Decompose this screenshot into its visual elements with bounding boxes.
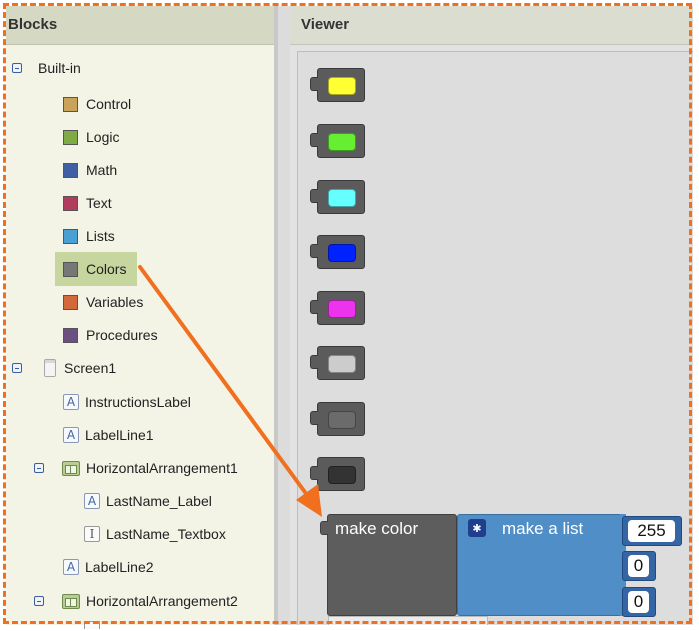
color-swatch <box>328 133 356 151</box>
component-lastname-textbox[interactable]: I LastName_Textbox <box>84 522 226 546</box>
block-nub <box>310 244 318 258</box>
color-block-yellow[interactable] <box>310 68 365 102</box>
color-swatch <box>328 244 356 262</box>
horizontal-arrangement-icon <box>62 460 80 476</box>
component-instructions-label[interactable]: A InstructionsLabel <box>63 390 191 414</box>
color-swatch <box>328 300 356 318</box>
component-label: LabelLine2 <box>85 559 154 575</box>
collapse-harr1-icon[interactable] <box>34 463 44 473</box>
component-horizontal-arrangement2[interactable]: HorizontalArrangement2 <box>62 589 238 613</box>
label-component-icon: A <box>63 559 79 575</box>
drawer-control[interactable]: Control <box>63 92 131 116</box>
tree-item-built-in[interactable]: Built-in <box>38 56 81 80</box>
warnings-toggle[interactable] <box>328 616 488 625</box>
component-label: LabelLine1 <box>85 427 154 443</box>
partial-component-icon <box>84 621 100 629</box>
drawer-variables[interactable]: Variables <box>63 290 143 314</box>
color-block-dark-gray[interactable] <box>310 457 365 491</box>
drawer-logic[interactable]: Logic <box>63 125 119 149</box>
number-value[interactable]: 255 <box>628 520 675 542</box>
drawer-lists[interactable]: Lists <box>63 224 115 248</box>
make-color-label: make color <box>335 519 419 538</box>
color-swatch <box>328 411 356 429</box>
color-block-blue[interactable] <box>310 235 365 269</box>
component-label-line2[interactable]: A LabelLine2 <box>63 555 154 579</box>
label-component-icon: A <box>63 394 79 410</box>
logic-swatch-icon <box>63 129 78 145</box>
drawer-label: Colors <box>86 261 127 277</box>
viewer-title: Viewer <box>301 16 350 33</box>
label-component-icon: A <box>63 427 79 443</box>
color-block-gray[interactable] <box>310 402 365 436</box>
drawer-label: Variables <box>86 294 144 310</box>
drawer-label: Text <box>86 195 112 211</box>
textbox-component-icon: I <box>84 526 100 542</box>
component-label: LastName_Label <box>106 493 212 509</box>
tree-label: Built-in <box>38 60 81 76</box>
component-label-line1[interactable]: A LabelLine1 <box>63 423 154 447</box>
component-label: LastName_Textbox <box>106 526 226 542</box>
block-nub <box>310 466 318 480</box>
drawer-label: Math <box>86 162 118 178</box>
drawer-colors[interactable]: Colors <box>63 257 126 281</box>
component-label: HorizontalArrangement1 <box>86 460 238 476</box>
block-nub <box>310 133 318 147</box>
drawer-label: Procedures <box>86 327 158 343</box>
panel-splitter[interactable] <box>274 6 290 625</box>
drawer-label: Control <box>86 96 132 112</box>
block-nub <box>320 521 328 535</box>
collapse-screen1-icon[interactable] <box>12 363 22 373</box>
block-nub <box>310 411 318 425</box>
block-nub <box>310 355 318 369</box>
make-list-label: make a list <box>502 519 584 538</box>
block-nub <box>310 77 318 91</box>
control-swatch-icon <box>63 96 78 112</box>
drawer-math[interactable]: Math <box>63 158 117 182</box>
color-swatch <box>328 189 356 207</box>
screen-icon <box>44 359 56 377</box>
lists-swatch-icon <box>63 228 78 244</box>
viewer-header: Viewer <box>290 6 693 45</box>
component-lastname-label[interactable]: A LastName_Label <box>84 489 212 513</box>
blocks-header: Blocks <box>6 6 274 45</box>
component-label: HorizontalArrangement2 <box>86 593 238 609</box>
number-value[interactable]: 0 <box>628 555 649 577</box>
component-label: InstructionsLabel <box>85 394 191 410</box>
label-component-icon: A <box>84 493 100 509</box>
horizontal-arrangement-icon <box>62 593 80 609</box>
tree-label: Screen1 <box>64 360 117 376</box>
color-block-cyan[interactable] <box>310 180 365 214</box>
variables-swatch-icon <box>63 294 78 310</box>
collapse-harr2-icon[interactable] <box>34 596 44 606</box>
color-block-green[interactable] <box>310 124 365 158</box>
component-horizontal-arrangement1[interactable]: HorizontalArrangement1 <box>62 456 238 480</box>
procedures-swatch-icon <box>63 327 78 343</box>
block-nub <box>310 189 318 203</box>
color-block-magenta[interactable] <box>310 291 365 325</box>
color-swatch <box>328 77 356 95</box>
drawer-label: Lists <box>86 228 115 244</box>
tree-item-screen1[interactable]: Screen1 <box>44 356 116 380</box>
color-swatch <box>328 355 356 373</box>
drawer-text[interactable]: Text <box>63 191 112 215</box>
text-swatch-icon <box>63 195 78 211</box>
mutator-gear-icon[interactable]: ✱ <box>468 519 486 537</box>
blocks-title: Blocks <box>8 16 58 33</box>
block-nub <box>310 300 318 314</box>
colors-swatch-icon <box>63 261 78 277</box>
drawer-label: Logic <box>86 129 120 145</box>
number-value[interactable]: 0 <box>628 591 649 613</box>
drawer-procedures[interactable]: Procedures <box>63 323 158 347</box>
math-swatch-icon <box>63 162 78 178</box>
color-swatch <box>328 466 356 484</box>
collapse-built-in-icon[interactable] <box>12 63 22 73</box>
color-block-light-gray[interactable] <box>310 346 365 380</box>
